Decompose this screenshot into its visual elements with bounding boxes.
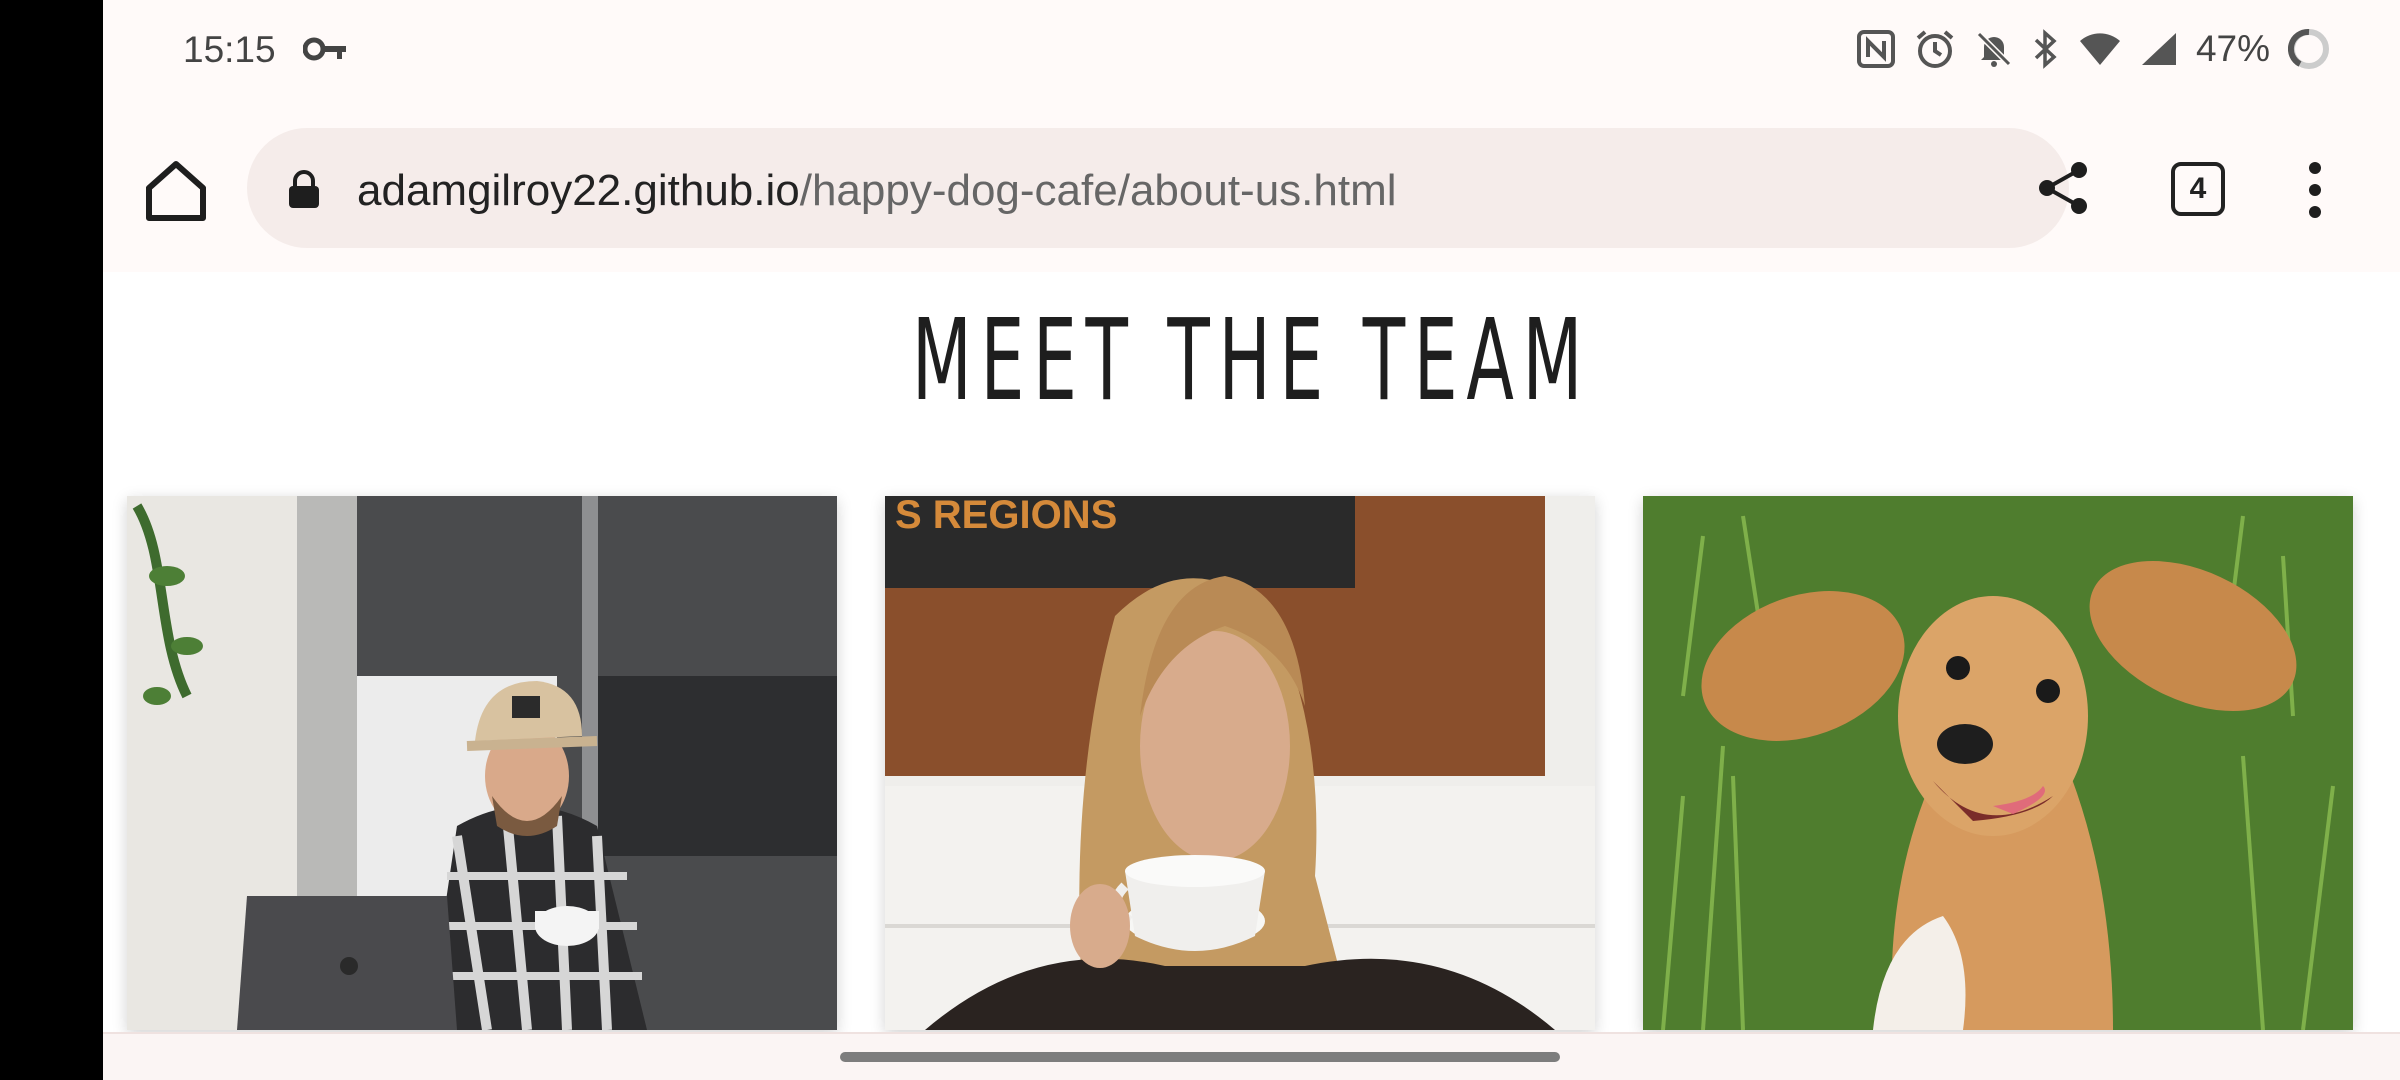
tab-switcher-button[interactable]: 4 bbox=[2171, 162, 2225, 216]
url-path: /happy-dog-cafe/about-us.html bbox=[799, 166, 1397, 215]
battery-percent: 47% bbox=[2195, 28, 2270, 69]
team-photo-woman: S REGIONS bbox=[885, 496, 1595, 1030]
navigation-bar bbox=[103, 1032, 2400, 1080]
browser-toolbar: adamgilroy22.github.io/happy-dog-cafe/ab… bbox=[103, 104, 2400, 274]
share-icon[interactable] bbox=[2033, 158, 2093, 218]
gesture-handle[interactable] bbox=[840, 1052, 1560, 1062]
more-menu-icon[interactable] bbox=[2295, 160, 2335, 220]
sign-text: S REGIONS bbox=[895, 496, 1117, 537]
team-photo-dog bbox=[1643, 496, 2353, 1030]
alarm-icon bbox=[1914, 28, 1956, 70]
page-title: MEET THE TEAM bbox=[911, 296, 1592, 426]
url-domain: adamgilroy22.github.io bbox=[357, 166, 800, 215]
url-bar[interactable]: adamgilroy22.github.io/happy-dog-cafe/ab… bbox=[247, 128, 2069, 248]
home-icon[interactable] bbox=[141, 156, 211, 226]
browser-screen: 15:15 47% adamgilroy22.github.io/happy-d… bbox=[103, 0, 2400, 1080]
url-text[interactable]: adamgilroy22.github.io/happy-dog-cafe/ab… bbox=[357, 166, 1397, 216]
team-photo-man bbox=[127, 496, 837, 1030]
bell-off-icon bbox=[1974, 29, 2014, 69]
bluetooth-icon bbox=[2032, 29, 2060, 69]
lock-icon bbox=[287, 170, 321, 215]
wifi-icon bbox=[2078, 31, 2122, 67]
battery-icon bbox=[2288, 28, 2330, 70]
signal-icon bbox=[2140, 31, 2178, 67]
status-icons: 47% bbox=[1856, 28, 2330, 70]
nfc-icon bbox=[1856, 29, 1896, 69]
status-bar: 15:15 47% bbox=[103, 0, 2400, 104]
page-content: MEET THE TEAM S REGIONS bbox=[103, 272, 2400, 1032]
key-icon bbox=[302, 36, 347, 67]
status-time: 15:15 bbox=[183, 29, 276, 70]
